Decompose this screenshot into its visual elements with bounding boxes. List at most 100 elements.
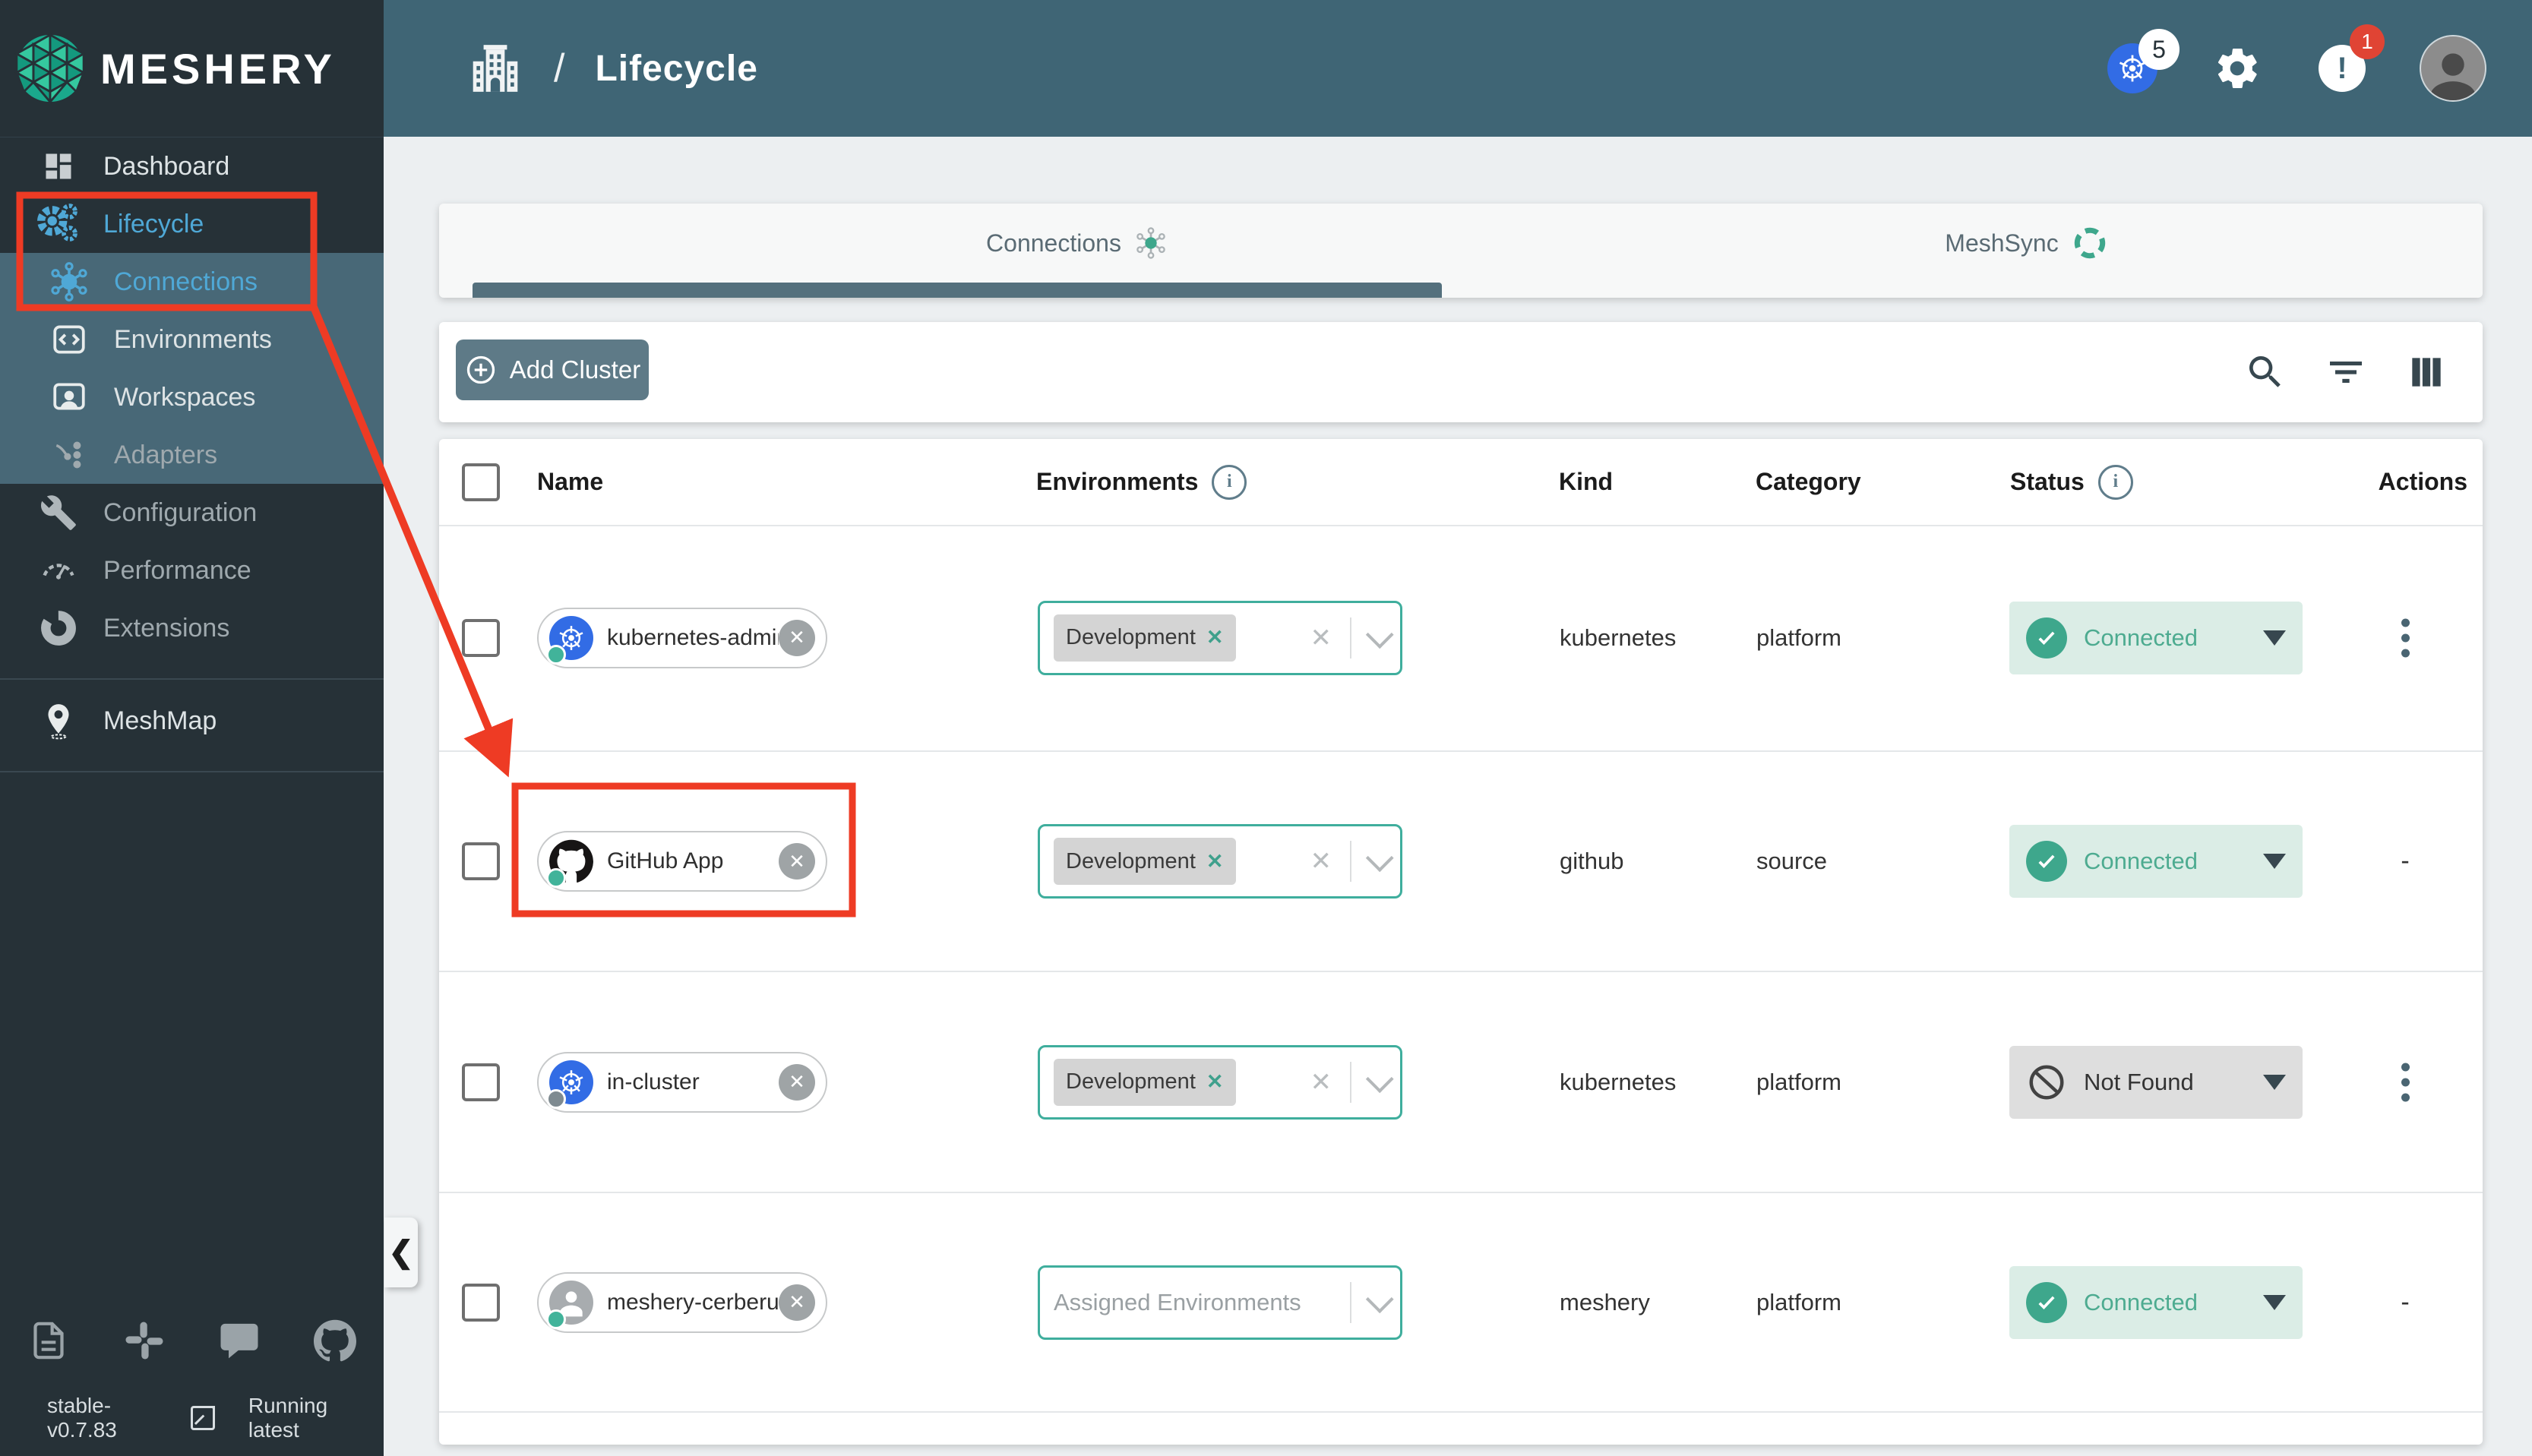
environments-select[interactable]: Development ✕ ✕ — [1038, 1044, 1402, 1120]
col-kind: Kind — [1559, 468, 1614, 495]
logo[interactable]: MESHERY — [0, 0, 384, 137]
chevron-down-icon[interactable] — [1365, 1284, 1394, 1313]
environments-select[interactable]: Development ✕ ✕ — [1038, 824, 1402, 899]
workspaces-icon — [47, 375, 91, 419]
select-all-checkbox[interactable] — [462, 463, 500, 501]
environment-chip: Development ✕ — [1054, 1058, 1236, 1106]
connection-name-chip[interactable]: in-cluster ✕ — [537, 1051, 827, 1113]
chat-icon[interactable] — [218, 1319, 261, 1362]
kind-value: meshery — [1560, 1288, 1650, 1315]
tab-meshsync[interactable]: MeshSync — [1867, 204, 2186, 283]
row-checkbox[interactable] — [462, 618, 500, 657]
tab-connections[interactable]: Connections — [865, 204, 1290, 283]
connected-check-icon — [2026, 841, 2067, 882]
close-icon[interactable]: ✕ — [779, 843, 815, 880]
row-actions-menu[interactable] — [2388, 1063, 2422, 1101]
remove-environment-icon[interactable]: ✕ — [1206, 626, 1224, 649]
close-icon[interactable]: ✕ — [779, 619, 815, 656]
sidebar-item-configuration[interactable]: Configuration — [0, 484, 384, 542]
category-value: platform — [1756, 1288, 1841, 1315]
status-info-icon[interactable]: i — [2097, 464, 2133, 500]
kubernetes-context-button[interactable]: 5 — [2105, 29, 2180, 96]
dashboard-icon — [36, 144, 81, 188]
col-actions: Actions — [2378, 468, 2467, 495]
sidebar-item-connections[interactable]: Connections — [0, 253, 384, 311]
status-dropdown[interactable]: Not Found — [2009, 1045, 2303, 1119]
notification-count-badge: 1 — [2350, 24, 2385, 59]
connection-name-chip[interactable]: GitHub App ✕ — [537, 831, 827, 892]
remove-environment-icon[interactable]: ✕ — [1206, 850, 1224, 873]
connected-check-icon — [2026, 1281, 2067, 1323]
no-actions-dash: - — [2401, 1287, 2410, 1316]
status-dropdown[interactable]: Connected — [2009, 1265, 2303, 1339]
lifecycle-gears-icon — [36, 202, 81, 246]
clear-environments-icon[interactable]: ✕ — [1310, 846, 1332, 876]
sidebar-collapse-button[interactable]: ❮ — [384, 1218, 418, 1287]
connection-name-chip[interactable]: meshery-cerberus-0 ✕ — [537, 1271, 827, 1333]
chevron-down-icon[interactable] — [1365, 620, 1394, 649]
clear-environments-icon[interactable]: ✕ — [1310, 623, 1332, 653]
breadcrumb-separator: / — [554, 46, 565, 90]
configuration-icon — [36, 491, 81, 535]
sidebar-item-workspaces[interactable]: Workspaces — [0, 368, 384, 426]
connection-name-chip[interactable]: kubernetes-admin… ✕ — [537, 607, 827, 668]
tab-connections-label: Connections — [986, 229, 1121, 257]
status-dot — [546, 1309, 566, 1329]
row-checkbox[interactable] — [462, 1063, 500, 1101]
meshery-user-icon — [546, 1280, 593, 1329]
col-name: Name — [537, 468, 604, 495]
github-icon[interactable] — [313, 1319, 356, 1362]
row-actions-menu[interactable] — [2388, 618, 2422, 657]
notifications-button[interactable]: ! 1 — [2315, 24, 2385, 96]
row-checkbox[interactable] — [462, 842, 500, 880]
sidebar-item-dashboard[interactable]: Dashboard — [0, 137, 384, 195]
search-icon[interactable] — [2244, 351, 2287, 393]
divider — [1350, 617, 1351, 659]
filter-icon[interactable] — [2325, 351, 2367, 393]
divider — [1350, 1061, 1351, 1103]
chevron-down-icon[interactable] — [1365, 844, 1394, 873]
slack-icon[interactable] — [123, 1319, 166, 1362]
category-value: platform — [1756, 1068, 1841, 1095]
environments-icon — [47, 317, 91, 362]
plus-circle-icon — [466, 355, 495, 384]
chevron-down-icon[interactable] — [1365, 1064, 1394, 1093]
connections-tabs-card: Connections MeshSync — [439, 204, 2483, 298]
connections-icon — [47, 260, 91, 304]
close-icon[interactable]: ✕ — [779, 1284, 815, 1321]
environment-chip: Development ✕ — [1054, 614, 1236, 662]
tab-meshsync-label: MeshSync — [1945, 229, 2059, 257]
view-columns-icon[interactable] — [2405, 351, 2448, 393]
status-dropdown[interactable]: Connected — [2009, 825, 2303, 898]
sidebar-item-adapters[interactable]: Adapters — [0, 426, 384, 484]
add-cluster-button[interactable]: Add Cluster — [456, 340, 649, 400]
row-checkbox[interactable] — [462, 1283, 500, 1322]
category-value: platform — [1756, 624, 1841, 651]
sidebar-divider — [0, 678, 384, 680]
connection-name: kubernetes-admin… — [607, 624, 779, 650]
settings-button[interactable] — [2210, 41, 2265, 96]
sidebar-item-meshmap[interactable]: MeshMap — [0, 692, 384, 750]
kubernetes-icon — [546, 1060, 593, 1109]
kind-value: kubernetes — [1560, 1068, 1677, 1095]
sidebar-item-lifecycle[interactable]: Lifecycle — [0, 195, 384, 253]
environments-select[interactable]: Development ✕ ✕ — [1038, 600, 1402, 675]
sidebar-item-performance[interactable]: Performance — [0, 542, 384, 599]
environments-select[interactable]: Assigned Environments — [1038, 1265, 1402, 1340]
status-dropdown[interactable]: Connected — [2009, 601, 2303, 674]
sidebar-item-extensions[interactable]: Extensions — [0, 599, 384, 657]
sidebar-item-environments[interactable]: Environments — [0, 311, 384, 368]
close-icon[interactable]: ✕ — [779, 1063, 815, 1101]
lifecycle-submenu: Connections Environments Workspaces Adap… — [0, 253, 384, 484]
clear-environments-icon[interactable]: ✕ — [1310, 1067, 1332, 1098]
external-link-icon[interactable] — [191, 1406, 215, 1430]
environments-info-icon[interactable]: i — [1212, 464, 1247, 500]
caret-down-icon — [2263, 1074, 2286, 1090]
docs-icon[interactable] — [27, 1319, 70, 1362]
not-found-icon — [2029, 1065, 2064, 1099]
table-row: in-cluster ✕ i Development ✕ ✕ kubernete… — [439, 972, 2483, 1193]
remove-environment-icon[interactable]: ✕ — [1206, 1070, 1224, 1094]
meshsync-tab-icon — [2074, 227, 2105, 259]
user-avatar[interactable] — [2420, 35, 2486, 102]
sidebar: MESHERY Dashboard Lifecycle Connections … — [0, 0, 384, 1456]
